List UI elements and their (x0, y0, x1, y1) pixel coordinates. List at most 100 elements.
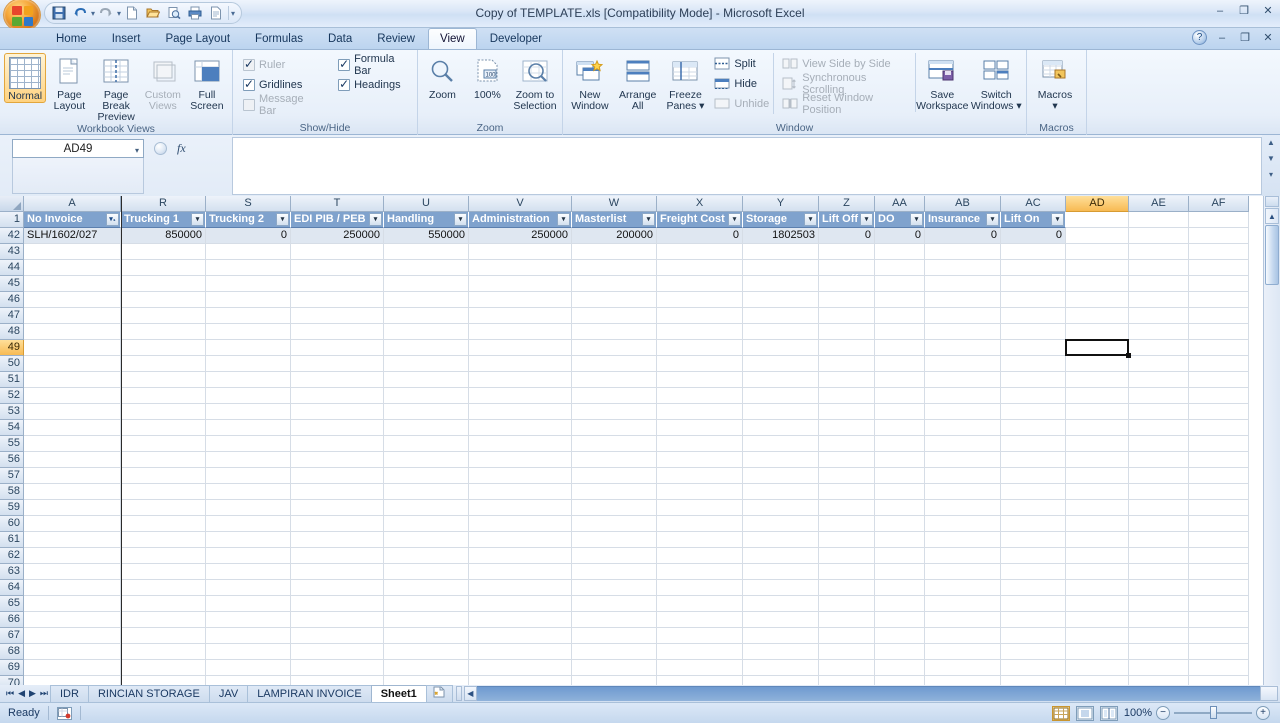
filter-dropdown-icon[interactable]: ▾ (728, 213, 741, 226)
cell-V62[interactable] (469, 548, 572, 564)
cell-AF50[interactable] (1189, 356, 1249, 372)
row-header-60[interactable]: 60 (0, 516, 24, 532)
cell-AF45[interactable] (1189, 276, 1249, 292)
cell-AD54[interactable] (1066, 420, 1129, 436)
cell-AF46[interactable] (1189, 292, 1249, 308)
cell-Y66[interactable] (743, 612, 819, 628)
cell-S62[interactable] (206, 548, 291, 564)
tab-formulas[interactable]: Formulas (243, 28, 315, 49)
new-icon[interactable] (122, 4, 142, 22)
cell-A53[interactable] (24, 404, 121, 420)
cell-S49[interactable] (206, 340, 291, 356)
cell-X54[interactable] (657, 420, 743, 436)
cell-AB63[interactable] (925, 564, 1001, 580)
cell-AE63[interactable] (1129, 564, 1189, 580)
cell-Y70[interactable] (743, 676, 819, 685)
cell-A51[interactable] (24, 372, 121, 388)
cell-T49[interactable] (291, 340, 384, 356)
cell-AD70[interactable] (1066, 676, 1129, 685)
cell-AA46[interactable] (875, 292, 925, 308)
cell-V66[interactable] (469, 612, 572, 628)
cell-V68[interactable] (469, 644, 572, 660)
cell-AF54[interactable] (1189, 420, 1249, 436)
cell-AE46[interactable] (1129, 292, 1189, 308)
row-header-52[interactable]: 52 (0, 388, 24, 404)
cell-Z58[interactable] (819, 484, 875, 500)
cell-X70[interactable] (657, 676, 743, 685)
cell-AF1[interactable] (1189, 212, 1249, 228)
full-screen-button[interactable]: Full Screen (186, 53, 228, 112)
cell-T60[interactable] (291, 516, 384, 532)
unhide-button[interactable]: Unhide (714, 94, 769, 114)
cell-X42[interactable]: 0 (657, 228, 743, 244)
cell-X67[interactable] (657, 628, 743, 644)
cell-R61[interactable] (121, 532, 206, 548)
cell-U54[interactable] (384, 420, 469, 436)
column-header-x[interactable]: X (657, 196, 743, 212)
cell-A62[interactable] (24, 548, 121, 564)
quick-print-icon[interactable] (206, 4, 226, 22)
cell-AC52[interactable] (1001, 388, 1066, 404)
cell-Z57[interactable] (819, 468, 875, 484)
cell-Z51[interactable] (819, 372, 875, 388)
cell-T70[interactable] (291, 676, 384, 685)
tab-home[interactable]: Home (44, 28, 99, 49)
zoom-slider-handle[interactable] (1210, 706, 1217, 719)
cell-R54[interactable] (121, 420, 206, 436)
customize-qat-icon[interactable]: ▾ (231, 9, 235, 18)
freeze-panes-button[interactable]: Freeze Panes ▾ (663, 53, 709, 112)
cell-AE55[interactable] (1129, 436, 1189, 452)
row-header-70[interactable]: 70 (0, 676, 24, 685)
cell-T47[interactable] (291, 308, 384, 324)
restore-button[interactable]: ❐ (1236, 4, 1252, 18)
row-header-53[interactable]: 53 (0, 404, 24, 420)
cell-T42[interactable]: 250000 (291, 228, 384, 244)
cell-AA67[interactable] (875, 628, 925, 644)
cell-W69[interactable] (572, 660, 657, 676)
cell-AF52[interactable] (1189, 388, 1249, 404)
cell-V58[interactable] (469, 484, 572, 500)
cell-AC57[interactable] (1001, 468, 1066, 484)
tab-view[interactable]: View (428, 28, 477, 49)
cell-U64[interactable] (384, 580, 469, 596)
cell-T48[interactable] (291, 324, 384, 340)
cell-Y64[interactable] (743, 580, 819, 596)
minimize-button[interactable]: – (1212, 4, 1228, 18)
cell-Z43[interactable] (819, 244, 875, 260)
cell-Z1[interactable]: Lift Off ▾ (819, 212, 875, 228)
cell-T46[interactable] (291, 292, 384, 308)
cell-A52[interactable] (24, 388, 121, 404)
row-header-47[interactable]: 47 (0, 308, 24, 324)
cell-Z42[interactable]: 0 (819, 228, 875, 244)
cell-AE48[interactable] (1129, 324, 1189, 340)
sort-filter-icon[interactable]: ▾₁ (106, 213, 119, 226)
cell-AA70[interactable] (875, 676, 925, 685)
hide-button[interactable]: Hide (714, 74, 769, 94)
cell-Z52[interactable] (819, 388, 875, 404)
cell-A46[interactable] (24, 292, 121, 308)
cell-A49[interactable] (24, 340, 121, 356)
cell-R58[interactable] (121, 484, 206, 500)
cell-AE54[interactable] (1129, 420, 1189, 436)
new-window-button[interactable]: New Window (567, 53, 613, 112)
cell-AF49[interactable] (1189, 340, 1249, 356)
help-icon[interactable]: ? (1192, 30, 1207, 45)
row-header-49[interactable]: 49 (0, 340, 24, 356)
scroll-left-icon[interactable]: ◀ (463, 686, 477, 701)
cell-AD1[interactable] (1066, 212, 1129, 228)
column-header-a[interactable]: A (24, 196, 121, 212)
cell-R59[interactable] (121, 500, 206, 516)
cell-AA52[interactable] (875, 388, 925, 404)
cell-Y48[interactable] (743, 324, 819, 340)
cell-U57[interactable] (384, 468, 469, 484)
cell-A66[interactable] (24, 612, 121, 628)
cell-U49[interactable] (384, 340, 469, 356)
cell-AB67[interactable] (925, 628, 1001, 644)
formula-expand-icon[interactable]: ▾ (1262, 167, 1280, 183)
cell-U62[interactable] (384, 548, 469, 564)
cell-Y50[interactable] (743, 356, 819, 372)
cell-T1[interactable]: EDI PIB / PEB ▾ (291, 212, 384, 228)
cell-Z69[interactable] (819, 660, 875, 676)
cell-AA69[interactable] (875, 660, 925, 676)
prev-sheet-icon[interactable]: ◀ (18, 688, 25, 699)
